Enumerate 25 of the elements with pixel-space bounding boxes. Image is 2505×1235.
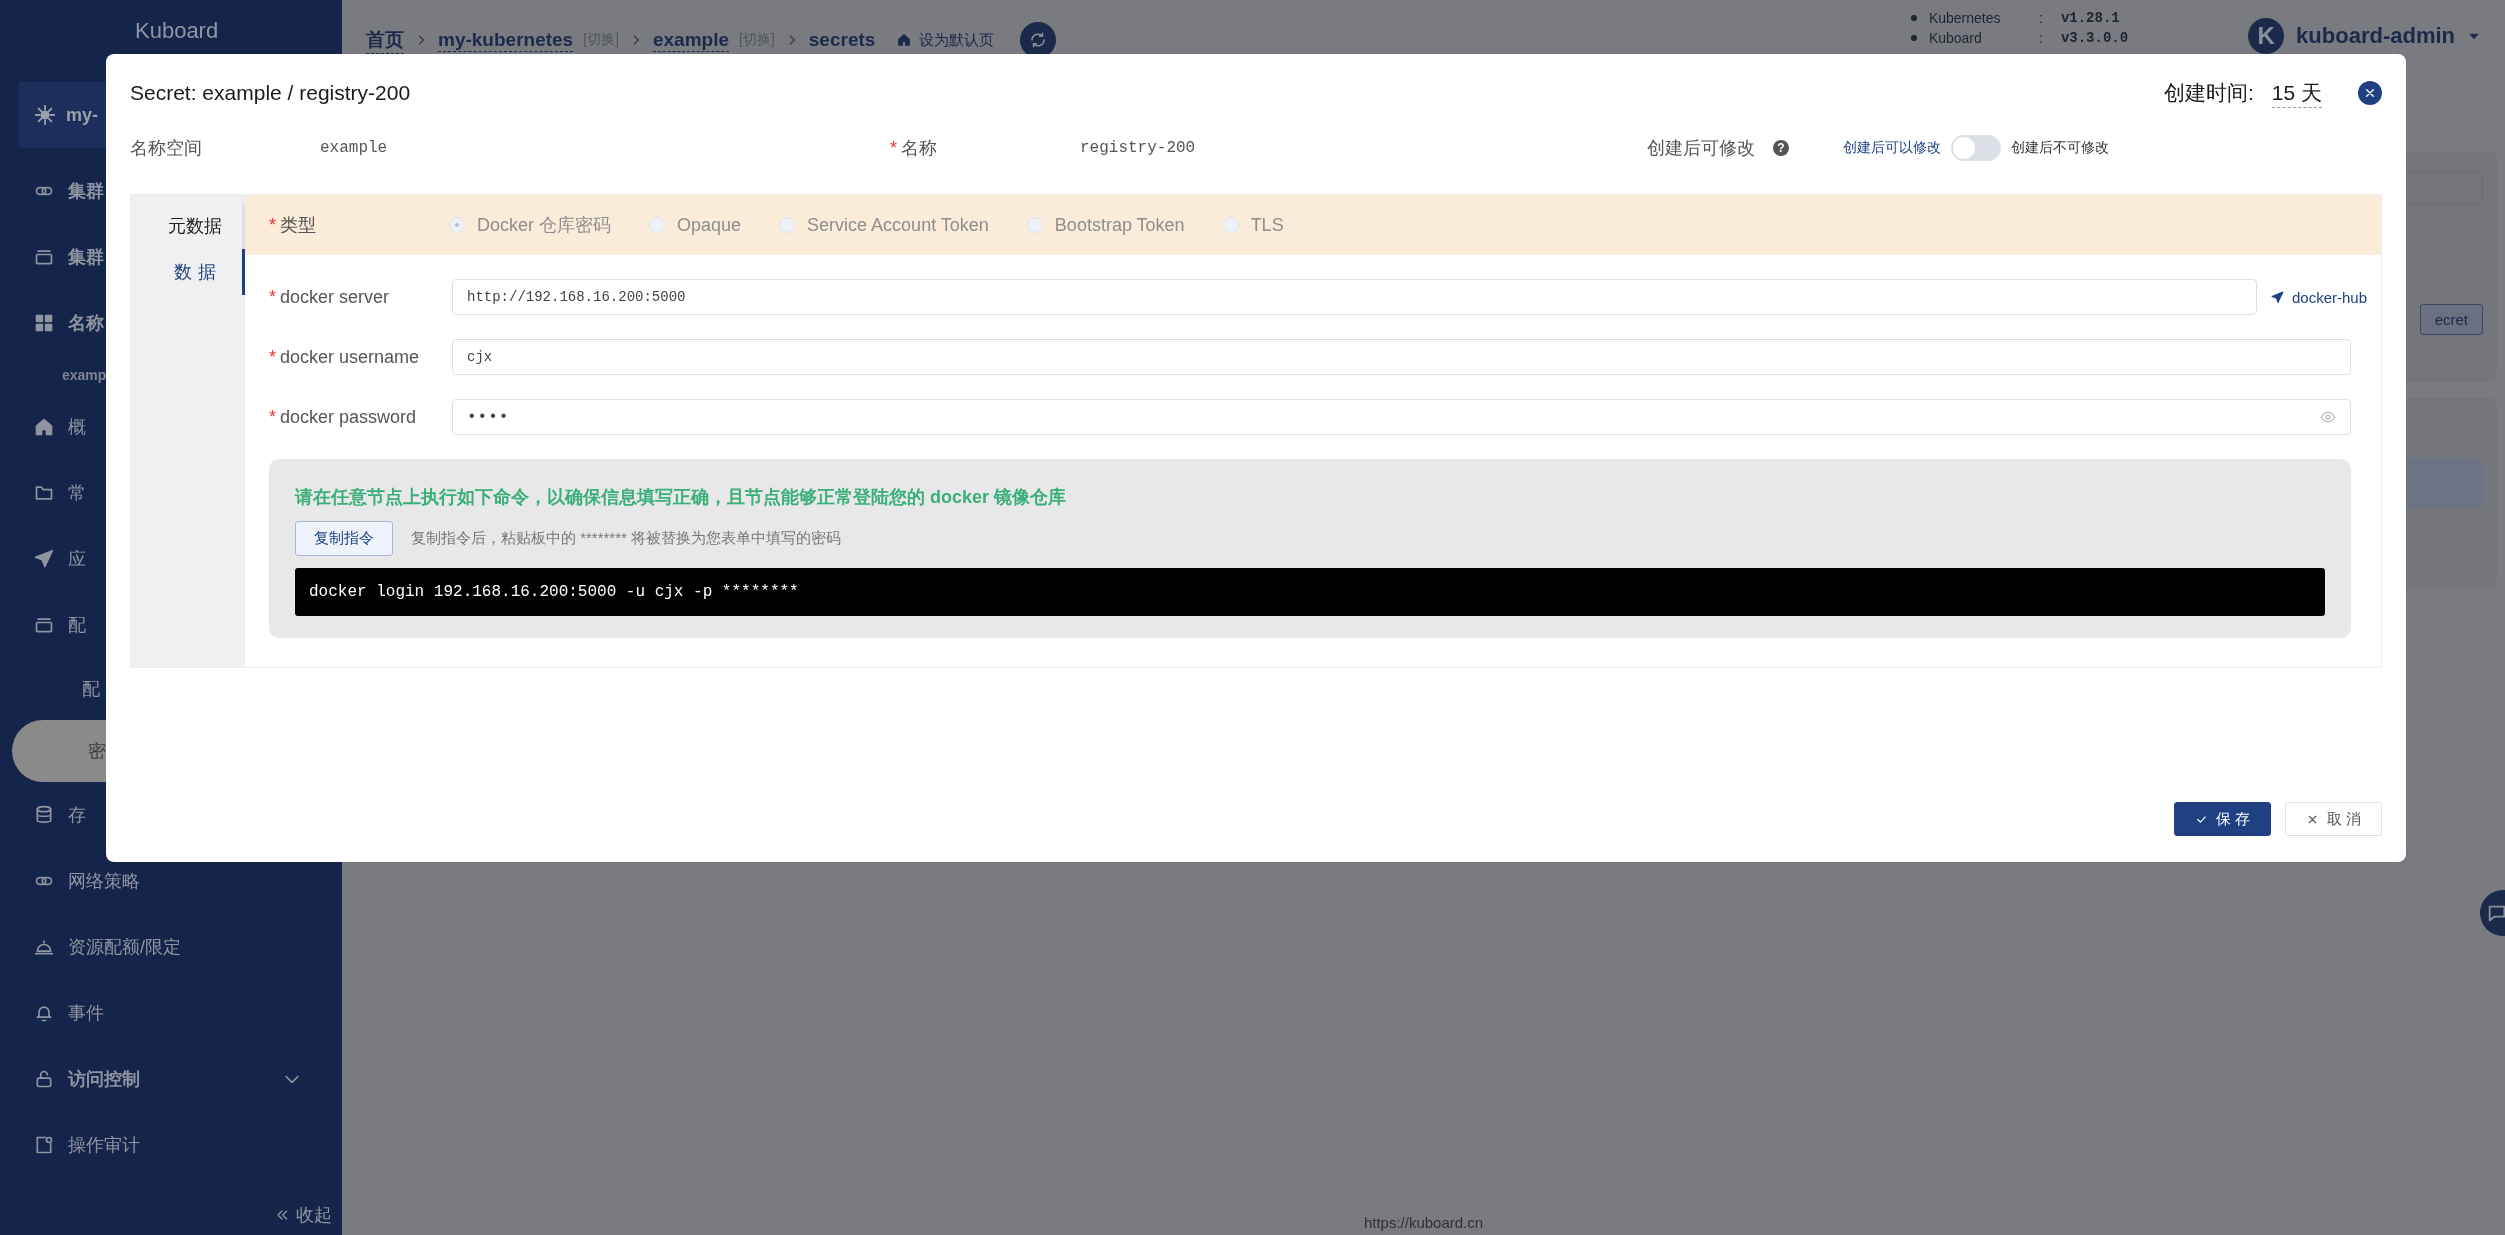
field-label: * docker password bbox=[269, 406, 418, 428]
toggle-label: 创建后可以修改 bbox=[1843, 139, 1941, 157]
app-title: Kuboard bbox=[134, 17, 220, 45]
field-label: * 名称 bbox=[890, 137, 938, 160]
version-value: v1.28.1 bbox=[2060, 10, 2120, 26]
created-label: 创建时间: bbox=[2163, 79, 2254, 106]
command-block: docker login 192.168.16.200:5000 -u cjx -p ******** bbox=[295, 568, 2325, 616]
toggle-label: 创建后不可修改 bbox=[2011, 139, 2109, 157]
field-value: example bbox=[320, 139, 388, 157]
separator-text: : bbox=[2038, 30, 2044, 46]
field-label: * docker username bbox=[269, 346, 421, 368]
version-value: v3.3.0.0 bbox=[2060, 30, 2129, 46]
field-label: * 类型 bbox=[269, 214, 317, 237]
field-value: registry-200 bbox=[1080, 139, 1196, 157]
created-value: 15 天 bbox=[2271, 78, 2322, 108]
field-label: 名称空间 bbox=[130, 137, 203, 160]
version-label: Kubernetes bbox=[1928, 10, 2002, 26]
separator-text: : bbox=[2038, 10, 2044, 26]
hint-text: 复制指令后，粘贴板中的 ******** 将被替换为您表单中填写的密码 bbox=[411, 529, 842, 548]
dialog-title: Secret: example / registry-200 bbox=[130, 81, 411, 105]
field-label: * docker server bbox=[269, 286, 391, 308]
field-label: 创建后可修改 bbox=[1647, 137, 1755, 160]
version-label: Kuboard bbox=[1928, 30, 1983, 46]
instruction-text: 请在任意节点上执行如下命令，以确保信息填写正确，且节点能够正常登陆您的 docker 镜像仓库 bbox=[295, 486, 1068, 509]
namespace-label: examp bbox=[61, 366, 108, 385]
